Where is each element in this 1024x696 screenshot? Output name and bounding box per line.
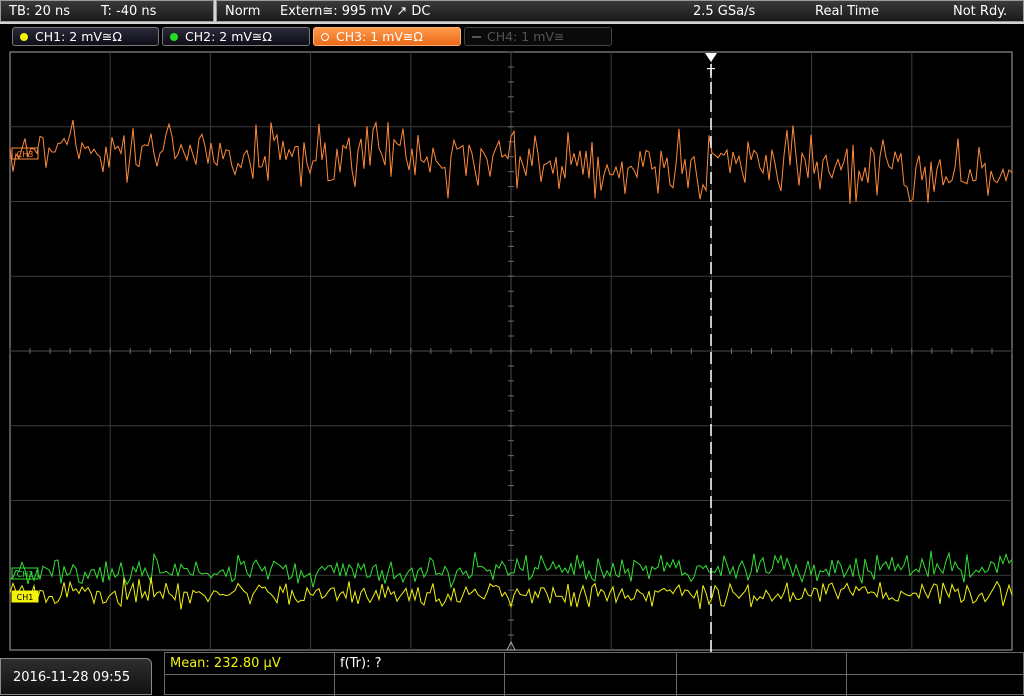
trigger-mode: Norm bbox=[225, 4, 261, 19]
ch2-label: CH2: 2 mV≅Ω bbox=[185, 29, 272, 44]
waveform-display[interactable]: T CH3 CH2 CH1 bbox=[0, 50, 1024, 652]
ch3-label: CH3: 1 mV≅Ω bbox=[336, 29, 423, 44]
freq-cell[interactable]: f(Tr): ? bbox=[335, 653, 505, 674]
ch2-color-icon bbox=[170, 33, 178, 41]
ch3-marker-label: CH3 bbox=[17, 150, 34, 159]
graticule bbox=[9, 51, 1013, 651]
ch4-label: CH4: 1 mV≅ bbox=[487, 29, 565, 44]
ch1-label: CH1: 2 mV≅Ω bbox=[35, 29, 122, 44]
meas-slot-3[interactable] bbox=[505, 653, 677, 674]
trigger-source: Extern≅: 995 mV ↗ DC bbox=[280, 4, 431, 19]
meas-slot-4[interactable] bbox=[677, 653, 847, 674]
trigger-marker-label: T bbox=[706, 67, 715, 82]
timebase-label: TB: 20 ns bbox=[9, 4, 71, 19]
acquisition-mode: Real Time bbox=[815, 4, 879, 19]
channel-bar: CH1: 2 mV≅Ω CH2: 2 mV≅Ω CH3: 1 mV≅Ω CH4:… bbox=[0, 24, 1024, 50]
ch1-offset-marker[interactable]: CH1 bbox=[11, 590, 39, 603]
meas-slot-5[interactable] bbox=[847, 653, 1024, 674]
tab-ch4[interactable]: CH4: 1 mV≅ bbox=[464, 27, 612, 46]
freq-value: f(Tr): ? bbox=[340, 656, 382, 671]
tab-ch3[interactable]: CH3: 1 mV≅Ω bbox=[313, 27, 461, 46]
meas-slot-8[interactable] bbox=[505, 674, 677, 696]
meas-slot-7[interactable] bbox=[335, 674, 505, 696]
timebase-panel[interactable]: TB: 20 ns T: -40 ns bbox=[0, 0, 214, 22]
bottom-bar: 2016-11-28 09:55 Mean: 232.80 µV f(Tr): … bbox=[0, 652, 1024, 696]
mean-cell[interactable]: Mean: 232.80 µV bbox=[165, 653, 335, 674]
tab-ch2[interactable]: CH2: 2 mV≅Ω bbox=[162, 27, 310, 46]
meas-slot-6[interactable] bbox=[165, 674, 335, 696]
ch2-marker-label: CH2 bbox=[17, 570, 34, 579]
run-state: Not Rdy. bbox=[953, 4, 1008, 19]
ch4-off-icon bbox=[472, 36, 481, 38]
ch3-color-icon bbox=[321, 33, 329, 41]
ch1-color-icon bbox=[20, 33, 28, 41]
ch2-offset-marker[interactable]: CH2 bbox=[11, 567, 39, 580]
mean-value: Mean: 232.80 µV bbox=[170, 656, 281, 671]
top-status-bar: TB: 20 ns T: -40 ns Norm Extern≅: 995 mV… bbox=[0, 0, 1024, 24]
measurement-panel[interactable]: Mean: 232.80 µV f(Tr): ? bbox=[164, 652, 1024, 696]
waveform-svg: T CH3 CH2 CH1 bbox=[9, 51, 1013, 652]
trigger-time-label: T: -40 ns bbox=[101, 4, 157, 19]
tab-ch1[interactable]: CH1: 2 mV≅Ω bbox=[12, 27, 159, 46]
meas-slot-10[interactable] bbox=[847, 674, 1024, 696]
acquisition-status-panel[interactable]: Norm Extern≅: 995 mV ↗ DC 2.5 GSa/s Real… bbox=[216, 0, 1024, 22]
ch1-marker-label: CH1 bbox=[17, 593, 34, 602]
datetime-display: 2016-11-28 09:55 bbox=[0, 658, 152, 695]
sample-rate: 2.5 GSa/s bbox=[693, 4, 756, 19]
trigger-arrow-icon[interactable] bbox=[705, 53, 717, 62]
meas-slot-9[interactable] bbox=[677, 674, 847, 696]
